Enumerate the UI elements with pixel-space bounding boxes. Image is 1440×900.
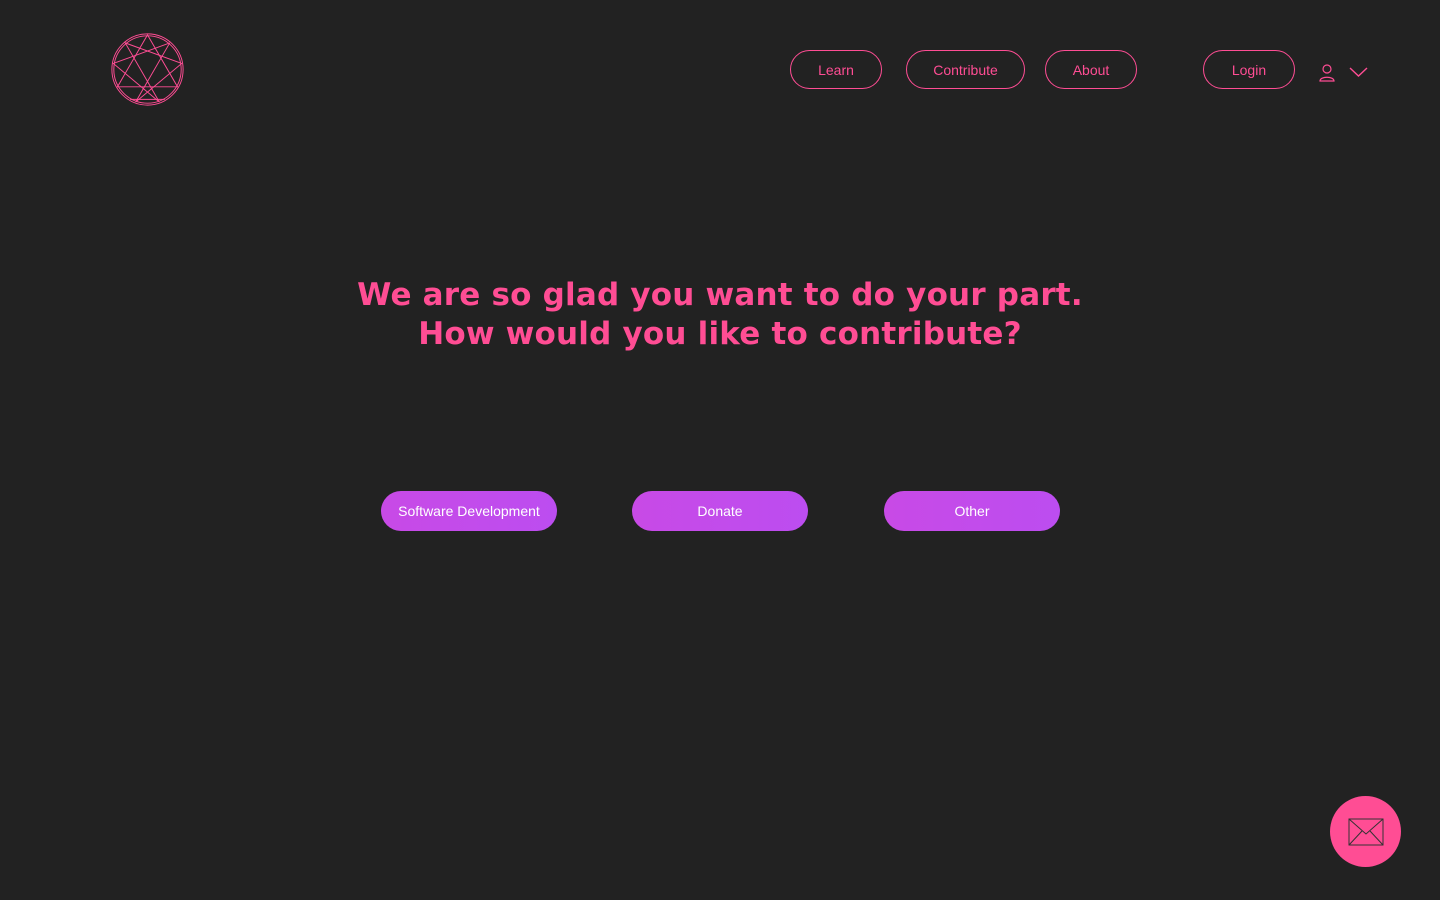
contribute-page: Learn Contribute About Login We are so g… [0,0,1440,900]
donate-button[interactable]: Donate [632,491,808,531]
nav-about-button[interactable]: About [1045,50,1137,89]
user-icon[interactable] [1318,63,1336,83]
page-heading: We are so glad you want to do your part.… [320,276,1120,354]
software-development-button[interactable]: Software Development [381,491,557,531]
heading-line-2: How would you like to contribute? [418,316,1022,352]
contact-mail-button[interactable] [1330,796,1401,867]
envelope-icon [1348,818,1383,845]
enneagram-logo-icon[interactable] [109,31,186,108]
login-button[interactable]: Login [1203,50,1295,89]
heading-line-1: We are so glad you want to do your part. [357,277,1083,313]
nav-contribute-button[interactable]: Contribute [906,50,1025,89]
nav-learn-button[interactable]: Learn [790,50,882,89]
other-button[interactable]: Other [884,491,1060,531]
chevron-down-icon[interactable] [1349,66,1368,78]
